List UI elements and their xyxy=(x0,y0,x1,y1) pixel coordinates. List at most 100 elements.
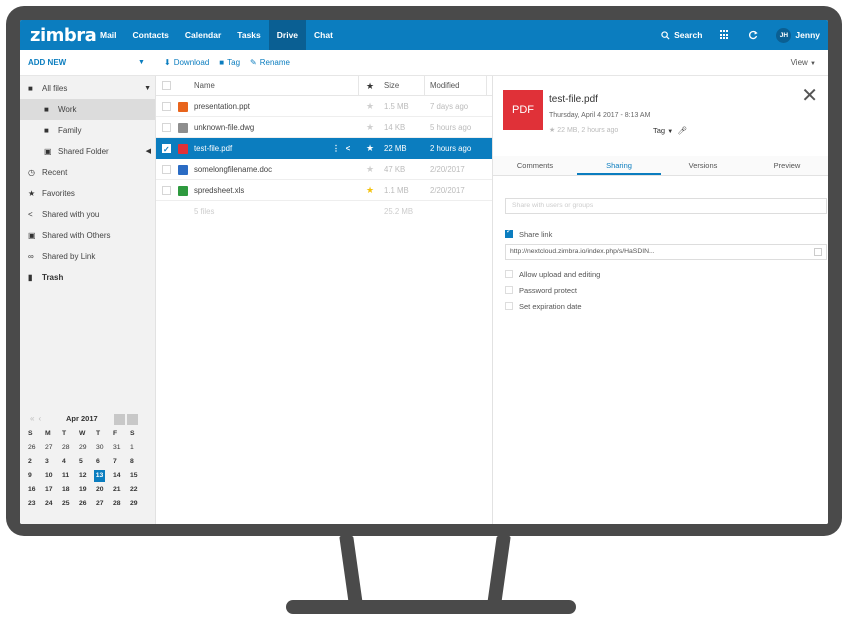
column-modified[interactable]: Modified xyxy=(430,76,459,96)
view-menu[interactable]: View ▼ xyxy=(791,58,816,67)
tab-contacts[interactable]: Contacts xyxy=(125,20,177,50)
calendar-day[interactable]: 22 xyxy=(130,484,147,496)
star-icon[interactable]: ★ xyxy=(366,117,374,138)
row-checkbox[interactable] xyxy=(162,139,171,160)
row-checkbox[interactable] xyxy=(162,123,171,132)
calendar-day[interactable]: 9 xyxy=(28,470,45,482)
calendar-day[interactable]: 14 xyxy=(113,470,130,482)
sidebar-item-work[interactable]: ■ Work xyxy=(20,99,155,120)
star-icon[interactable]: ★ xyxy=(366,76,374,96)
calendar-day[interactable]: 19 xyxy=(79,484,96,496)
calendar-day[interactable]: 2 xyxy=(28,456,45,468)
chevron-down-icon[interactable]: ▼ xyxy=(138,59,145,66)
calendar-day[interactable]: 21 xyxy=(113,484,130,496)
calendar-day[interactable]: 28 xyxy=(113,498,130,510)
calendar-day[interactable]: 29 xyxy=(130,498,147,510)
calendar-day[interactable]: 1 xyxy=(130,442,147,454)
calendar-day[interactable]: 18 xyxy=(62,484,79,496)
calendar-day[interactable]: 17 xyxy=(45,484,62,496)
calendar-day[interactable]: 4 xyxy=(62,456,79,468)
download-button[interactable]: ⬇ Download xyxy=(164,58,209,67)
calendar-day[interactable]: 7 xyxy=(113,456,130,468)
calendar-day[interactable]: 11 xyxy=(62,470,79,482)
close-icon[interactable]: ✕ xyxy=(801,86,818,106)
sidebar-item-shared-by-link[interactable]: ∞ Shared by Link xyxy=(20,246,155,267)
share-with-input[interactable]: Share with users or groups xyxy=(505,198,827,214)
column-size[interactable]: Size xyxy=(384,76,399,96)
star-icon[interactable]: ★ xyxy=(366,180,374,201)
share-link-checkbox[interactable]: Share link xyxy=(505,227,552,239)
microphone-icon[interactable]: 🎤︎ xyxy=(677,126,687,135)
sidebar-item-shared-with-you[interactable]: < Shared with you xyxy=(20,204,155,225)
calendar-day[interactable]: 28 xyxy=(62,442,79,454)
sidebar-item-shared-with-others[interactable]: ▣ Shared with Others xyxy=(20,225,155,246)
calendar-day[interactable]: 20 xyxy=(96,484,113,496)
calendar-today[interactable]: 13 xyxy=(94,470,105,482)
calendar-day[interactable]: 30 xyxy=(96,442,113,454)
calendar-day[interactable]: 29 xyxy=(79,442,96,454)
share-icon[interactable]: < xyxy=(346,144,357,153)
calendar-day[interactable]: 15 xyxy=(130,470,147,482)
tab-chat[interactable]: Chat xyxy=(306,20,341,50)
calendar-day[interactable]: 23 xyxy=(28,498,45,510)
more-options-icon[interactable]: ⋮ xyxy=(332,144,346,153)
star-icon[interactable]: ★ xyxy=(366,96,374,117)
select-all-checkbox[interactable] xyxy=(162,81,171,90)
calendar-day[interactable]: 26 xyxy=(28,442,45,454)
sidebar-item-shared-folder[interactable]: ▣ Shared Folder ◀ xyxy=(20,141,155,162)
table-row[interactable]: test-file.pdf ⋮< ★ 22 MB 2 hours ago xyxy=(156,138,492,160)
calendar-day[interactable]: 5 xyxy=(79,456,96,468)
add-new-button[interactable]: ADD NEW xyxy=(28,58,66,67)
calendar-next-button[interactable] xyxy=(114,414,125,425)
sidebar-item-all-files[interactable]: ■ All files ▼ xyxy=(20,78,155,99)
sidebar-item-trash[interactable]: ▮ Trash xyxy=(20,267,155,288)
calendar-day[interactable]: 25 xyxy=(62,498,79,510)
tab-sharing[interactable]: Sharing xyxy=(577,156,661,175)
star-icon[interactable]: ★ xyxy=(366,138,374,159)
table-row[interactable]: somelongfilename.doc ★ 47 KB 2/20/2017 xyxy=(156,159,492,180)
calendar-day[interactable]: 24 xyxy=(45,498,62,510)
user-menu[interactable]: JH Jenny xyxy=(776,27,820,43)
row-checkbox[interactable] xyxy=(162,102,171,111)
allow-upload-checkbox[interactable]: Allow upload and editing xyxy=(505,270,600,279)
star-icon[interactable]: ★ xyxy=(549,127,555,134)
calendar-day[interactable]: 10 xyxy=(45,470,62,482)
calendar-day[interactable]: 6 xyxy=(96,456,113,468)
table-row[interactable]: spredsheet.xls ★ 1.1 MB 2/20/2017 xyxy=(156,180,492,201)
app-grid-icon[interactable] xyxy=(720,30,730,40)
rename-button[interactable]: ✎ Rename xyxy=(250,58,290,67)
column-name[interactable]: Name xyxy=(194,76,215,96)
chevron-left-icon[interactable]: ◀ xyxy=(146,141,151,162)
sidebar-item-recent[interactable]: ◷ Recent xyxy=(20,162,155,183)
calendar-day[interactable]: 16 xyxy=(28,484,45,496)
tab-mail[interactable]: Mail xyxy=(92,20,125,50)
calendar-day[interactable]: 3 xyxy=(45,456,62,468)
tag-button[interactable]: ■ Tag xyxy=(219,58,240,67)
star-icon[interactable]: ★ xyxy=(366,159,374,180)
tab-drive[interactable]: Drive xyxy=(268,20,307,50)
table-row[interactable]: presentation.ppt ★ 1.5 MB 7 days ago xyxy=(156,96,492,117)
table-row[interactable]: unknown-file.dwg ★ 14 KB 5 hours ago xyxy=(156,117,492,138)
tab-versions[interactable]: Versions xyxy=(661,156,745,175)
tab-preview[interactable]: Preview xyxy=(745,156,828,175)
zimbra-logo[interactable]: zimbra xyxy=(30,25,97,46)
calendar-prev-icon[interactable]: «‹ xyxy=(30,410,45,428)
sidebar-item-family[interactable]: ■ Family xyxy=(20,120,155,141)
calendar-day[interactable]: 31 xyxy=(113,442,130,454)
tab-calendar[interactable]: Calendar xyxy=(177,20,229,50)
tab-tasks[interactable]: Tasks xyxy=(229,20,268,50)
calendar-day[interactable]: 27 xyxy=(45,442,62,454)
row-checkbox[interactable] xyxy=(162,186,171,195)
sidebar-item-favorites[interactable]: ★ Favorites xyxy=(20,183,155,204)
chevron-down-icon[interactable]: ▼ xyxy=(144,78,151,99)
calendar-day[interactable]: 27 xyxy=(96,498,113,510)
tab-comments[interactable]: Comments xyxy=(493,156,577,175)
refresh-icon[interactable] xyxy=(748,30,759,40)
calendar-day[interactable]: 26 xyxy=(79,498,96,510)
search-button[interactable]: Search xyxy=(661,30,702,40)
calendar-day[interactable]: 8 xyxy=(130,456,147,468)
share-link-field[interactable]: http://nextcloud.zimbra.io/index.php/s/H… xyxy=(505,244,827,260)
details-tag-menu[interactable]: Tag ▼ 🎤︎ xyxy=(653,126,687,135)
calendar-next-year-button[interactable] xyxy=(127,414,138,425)
copy-icon[interactable] xyxy=(814,248,822,256)
